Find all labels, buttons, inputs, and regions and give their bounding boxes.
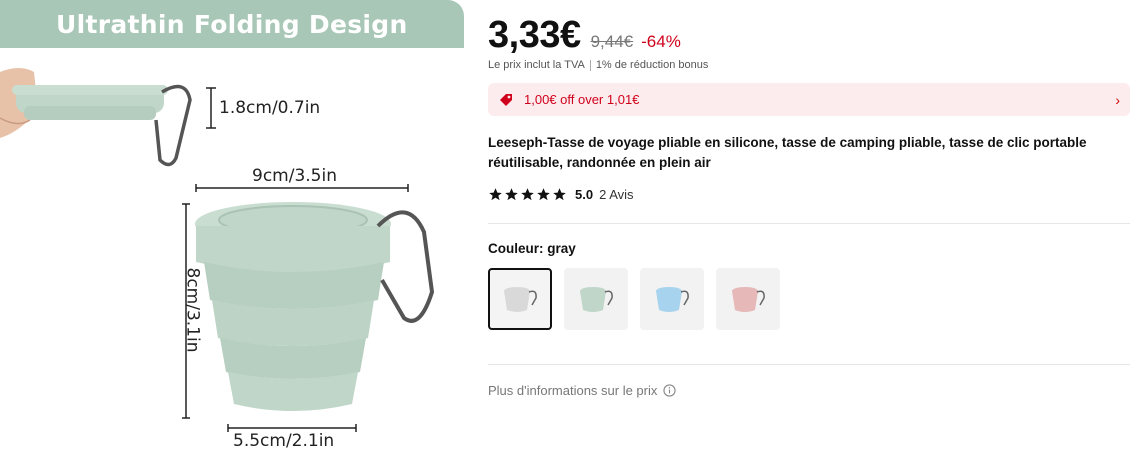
info-icon xyxy=(663,384,677,397)
cup-thumbnail-icon xyxy=(580,287,613,312)
star-icon xyxy=(537,188,550,201)
cup-thumbnail-icon xyxy=(656,287,689,312)
star-icon xyxy=(505,188,518,201)
more-info-text: Plus d'informations sur le prix xyxy=(488,383,658,398)
price-row: 3,33€ 9,44€ -64% xyxy=(488,14,681,57)
current-price: 3,33€ xyxy=(488,14,581,56)
vat-note: Le prix inclut la TVA xyxy=(488,59,585,71)
divider xyxy=(488,223,1130,224)
image-banner: Ultrathin Folding Design xyxy=(0,0,464,48)
more-price-info-link[interactable]: Plus d'informations sur le prix xyxy=(488,383,677,398)
original-price: 9,44€ xyxy=(590,32,634,51)
cup-thumbnail-icon xyxy=(732,287,765,312)
swatch-green[interactable] xyxy=(564,268,628,330)
rating-score: 5.0 xyxy=(575,187,594,202)
product-image[interactable]: Ultrathin Folding Design 1.8cm/0.7in 9cm… xyxy=(0,0,470,465)
dimension-base: 5.5cm/2.1in xyxy=(233,431,335,451)
product-title: Leeseph-Tasse de voyage pliable en silic… xyxy=(488,135,1087,170)
star-rating xyxy=(488,187,567,202)
star-icon xyxy=(521,188,534,201)
chevron-right-icon[interactable]: › xyxy=(1115,92,1120,108)
color-label: Couleur: gray xyxy=(488,241,576,256)
product-details: 3,33€ 9,44€ -64% Le prix inclut la TVA 1… xyxy=(488,0,1130,465)
vat-separator xyxy=(589,59,591,71)
tag-icon xyxy=(500,93,512,106)
swatch-blue[interactable] xyxy=(640,268,704,330)
bonus-note: 1% de réduction bonus xyxy=(595,59,709,71)
vat-row: Le prix inclut la TVA 1% de réduction bo… xyxy=(488,59,708,71)
cup-thumbnail-icon xyxy=(504,287,537,312)
banner-text: Ultrathin Folding Design xyxy=(56,9,408,39)
dimension-height: 8cm/3.1in xyxy=(182,267,203,353)
dimension-width: 9cm/3.5in xyxy=(252,166,337,186)
color-swatches xyxy=(488,268,780,330)
swatch-pink[interactable] xyxy=(716,268,780,330)
dimension-thickness: 1.8cm/0.7in xyxy=(219,98,321,118)
star-icon xyxy=(553,188,566,201)
divider xyxy=(488,364,1130,365)
star-icon xyxy=(489,188,502,201)
promo-banner[interactable]: 1,00€ off over 1,01€ › xyxy=(488,83,1130,116)
promo-text: 1,00€ off over 1,01€ xyxy=(524,92,640,107)
review-count[interactable]: 2 Avis xyxy=(599,187,633,202)
discount-badge: -64% xyxy=(641,32,681,51)
swatch-gray[interactable] xyxy=(488,268,552,330)
rating-row[interactable]: 5.0 2 Avis xyxy=(488,187,634,202)
